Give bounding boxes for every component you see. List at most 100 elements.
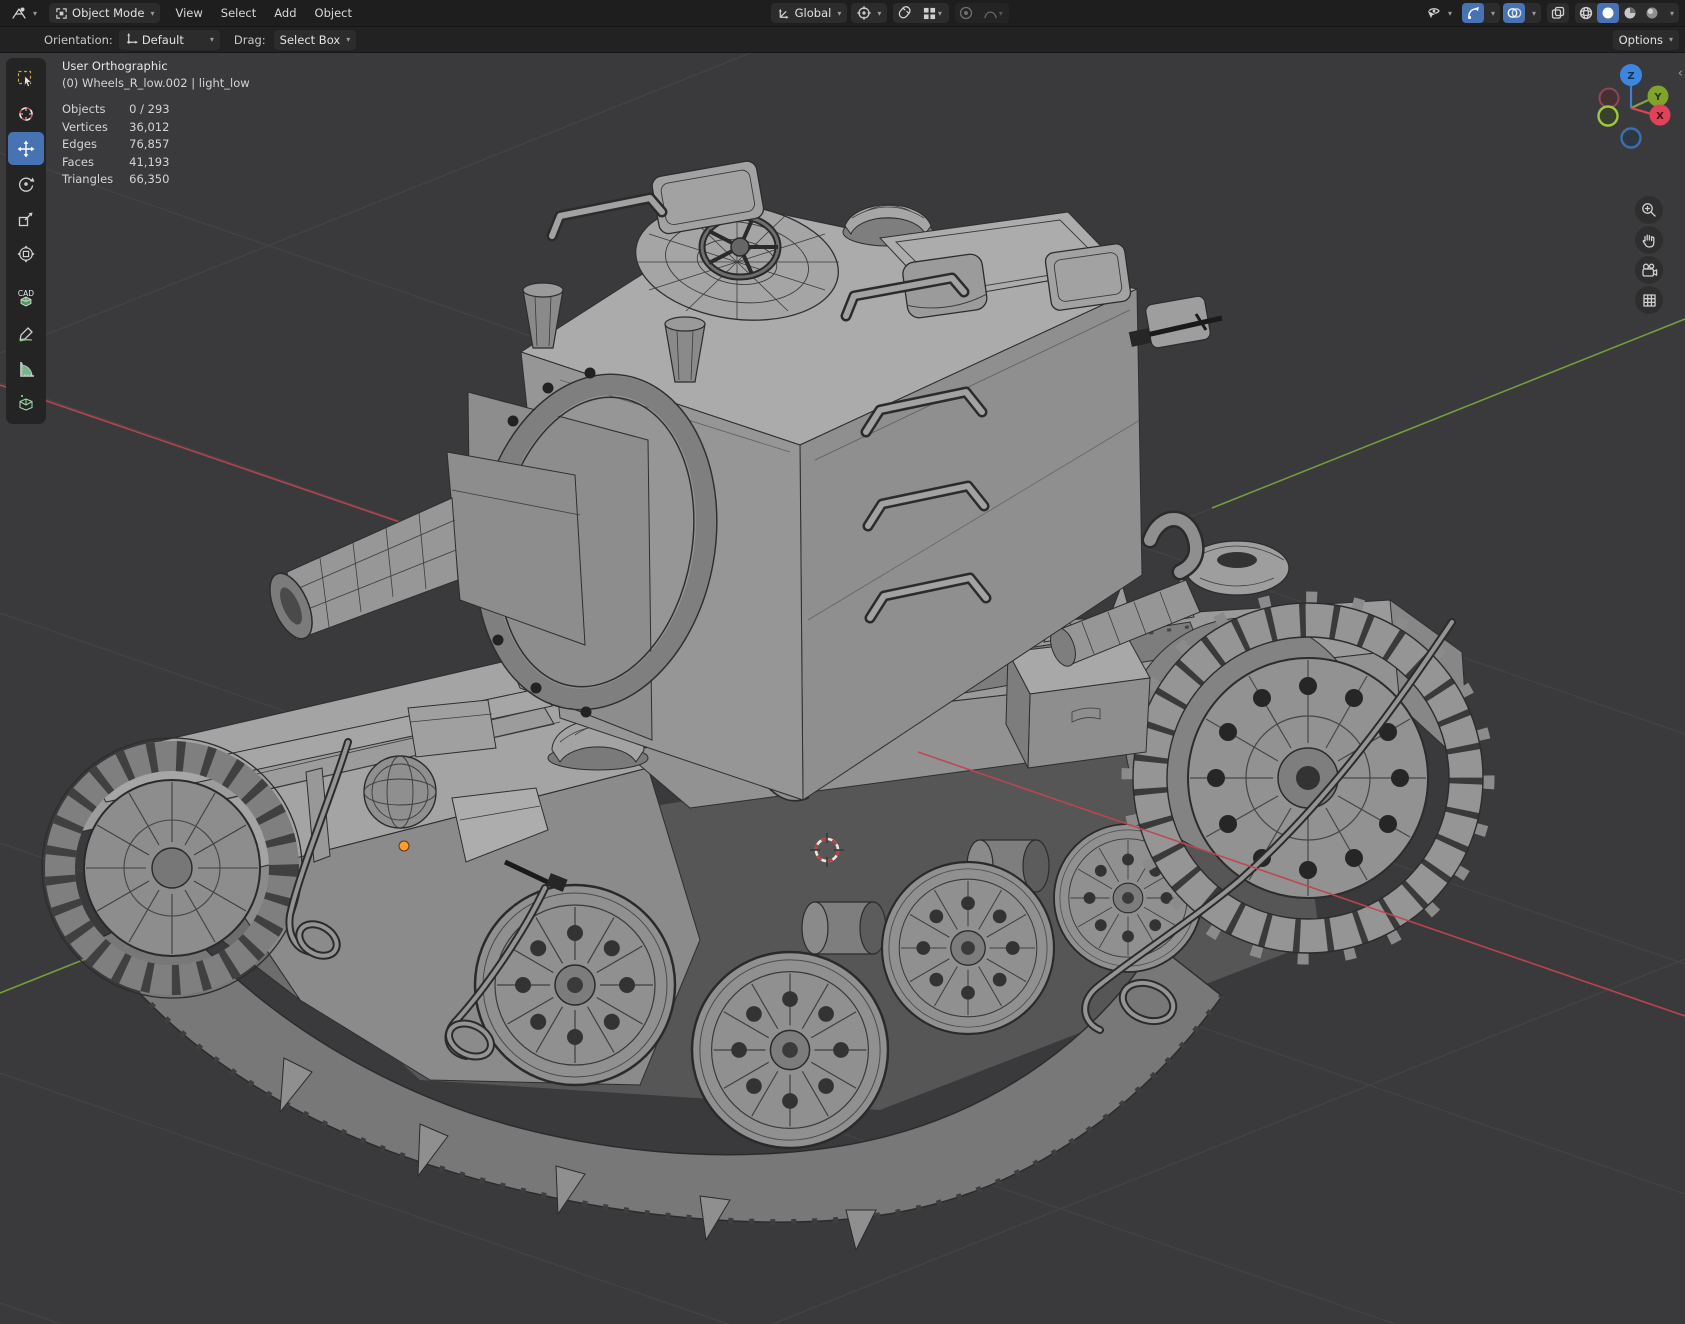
gizmo-dropdown[interactable]: ▾ xyxy=(1484,3,1500,23)
proportional-edit-toggle[interactable] xyxy=(955,3,977,23)
cursor-tool-icon xyxy=(19,106,33,121)
shading-material[interactable] xyxy=(1619,3,1641,23)
gizmo-negative-x-axis[interactable] xyxy=(1598,87,1620,109)
snap-increment-icon xyxy=(923,7,935,19)
stat-faces: Faces 41,193 xyxy=(62,154,170,169)
tool-rotate[interactable] xyxy=(8,167,44,200)
orientation-axes-icon xyxy=(778,8,789,19)
camera-view-button[interactable] xyxy=(1635,256,1663,284)
tool-cad-sketcher[interactable]: CAD xyxy=(8,282,44,315)
svg-text:Z: Z xyxy=(1627,71,1634,82)
object-mode-icon xyxy=(56,7,67,19)
active-object-name: (0) Wheels_R_low.002 | light_low xyxy=(62,75,250,90)
gizmo-negative-z-axis[interactable] xyxy=(1620,127,1642,149)
rendered-shading-icon xyxy=(1646,7,1658,19)
xray-toggle[interactable] xyxy=(1547,3,1570,23)
stat-edges: Edges 76,857 xyxy=(62,137,170,151)
tool-add-cube[interactable] xyxy=(8,387,44,420)
stat-objects: Objects 0 / 293 xyxy=(62,102,170,116)
snap-with-dropdown[interactable]: ▾ xyxy=(915,3,949,23)
editor-type-button[interactable]: ▾ xyxy=(5,3,43,23)
scale-tool-icon xyxy=(18,212,33,226)
select-box-icon xyxy=(17,70,32,87)
snap-toggle[interactable] xyxy=(893,3,915,23)
gizmos-group: ▾ xyxy=(1462,3,1501,23)
toolbar: CAD xyxy=(6,58,46,424)
stat-vertices: Vertices 36,012 xyxy=(62,119,170,134)
shading-dropdown[interactable]: ▾ xyxy=(1663,3,1679,23)
cad-sketcher-icon: CAD xyxy=(18,289,34,306)
editor-type-icon xyxy=(12,7,26,19)
shading-wireframe[interactable] xyxy=(1575,3,1597,23)
transform-orientation-label: Global xyxy=(794,6,832,20)
mode-label: Object Mode xyxy=(72,6,145,20)
proportional-edit-icon xyxy=(960,6,973,20)
view-name: User Orthographic xyxy=(62,59,168,73)
transform-tool-icon xyxy=(17,244,35,263)
overlays-icon xyxy=(1507,8,1521,18)
drag-value: Select Box xyxy=(279,32,341,47)
show-gizmo-toggle[interactable] xyxy=(1462,3,1485,23)
orientation-value: Default xyxy=(141,32,184,47)
tool-transform[interactable] xyxy=(8,237,44,270)
mode-dropdown[interactable]: Object Mode ▾ xyxy=(49,3,161,23)
proportional-edit-group: ▾ xyxy=(955,3,1010,23)
svg-text:Y: Y xyxy=(1653,92,1662,103)
ortho-perspective-button[interactable] xyxy=(1635,286,1663,314)
zoom-button[interactable] xyxy=(1635,196,1663,224)
sidebar-collapse-arrow[interactable]: ‹ xyxy=(1678,66,1683,81)
overlays-dropdown[interactable]: ▾ xyxy=(1525,3,1541,23)
options-button[interactable]: Options ▾ xyxy=(1612,29,1679,50)
orientation-dropdown[interactable]: Default ▾ xyxy=(118,29,220,50)
pan-button[interactable] xyxy=(1635,226,1663,254)
options-label: Options xyxy=(1618,32,1663,47)
shading-rendered[interactable] xyxy=(1641,3,1663,23)
material-preview-icon xyxy=(1624,7,1636,19)
tool-cursor[interactable] xyxy=(8,97,44,130)
measure-ruler-icon xyxy=(20,361,34,377)
add-cube-icon xyxy=(19,394,33,411)
show-overlays-toggle[interactable] xyxy=(1503,3,1526,23)
gizmo-negative-y-axis[interactable] xyxy=(1597,105,1619,127)
overlays-group: ▾ xyxy=(1503,3,1542,23)
grid-icon xyxy=(1642,293,1656,307)
tool-move[interactable] xyxy=(8,132,44,165)
shading-solid[interactable] xyxy=(1597,3,1620,23)
blender-window: ▾ Object Mode ▾ View Select Add Object G… xyxy=(0,0,1685,1324)
rotate-tool-icon xyxy=(18,177,35,192)
xray-icon xyxy=(1551,6,1565,19)
falloff-curve-icon xyxy=(984,11,997,19)
3d-viewport[interactable] xyxy=(0,52,1685,1324)
wireframe-shading-icon xyxy=(1579,6,1593,20)
show-object-types-dropdown[interactable]: ▾ xyxy=(1419,3,1458,23)
menu-add[interactable]: Add xyxy=(265,6,305,20)
viewport-overlay-stats: User Orthographic (0) Wheels_R_low.002 |… xyxy=(62,58,250,189)
tool-annotate[interactable] xyxy=(8,317,44,350)
visibility-eye-icon xyxy=(1426,8,1440,20)
orientation-label: Orientation: xyxy=(44,32,113,47)
menu-view[interactable]: View xyxy=(166,6,211,20)
tool-measure[interactable] xyxy=(8,352,44,385)
transform-orientation-dropdown[interactable]: Global ▾ xyxy=(770,3,848,23)
svg-text:X: X xyxy=(1656,111,1664,122)
gizmo-icon xyxy=(1467,7,1480,20)
tool-scale[interactable] xyxy=(8,202,44,235)
tool-settings-bar: Orientation: Default ▾ Drag: Select Box … xyxy=(0,27,1685,53)
snapping-group: ▾ xyxy=(893,3,950,23)
menu-select[interactable]: Select xyxy=(212,6,265,20)
tool-select-box[interactable] xyxy=(8,62,44,95)
magnet-icon xyxy=(899,6,911,19)
orientation-icon xyxy=(127,33,138,44)
shading-group: ▾ xyxy=(1575,3,1680,23)
drag-dropdown[interactable]: Select Box ▾ xyxy=(273,29,357,50)
viewport-header: ▾ Object Mode ▾ View Select Add Object G… xyxy=(0,0,1685,27)
annotate-pen-icon xyxy=(19,326,33,342)
stat-triangles: Triangles 66,350 xyxy=(62,172,170,186)
pivot-point-dropdown[interactable]: ▾ xyxy=(851,3,888,23)
zoom-icon xyxy=(1642,203,1656,217)
proportional-falloff-dropdown[interactable]: ▾ xyxy=(977,3,1009,23)
menu-object[interactable]: Object xyxy=(306,6,361,20)
object-origin-dot xyxy=(398,840,410,852)
navigation-gizmo[interactable]: Z Y X xyxy=(1591,58,1677,154)
pivot-point-icon xyxy=(857,6,872,20)
